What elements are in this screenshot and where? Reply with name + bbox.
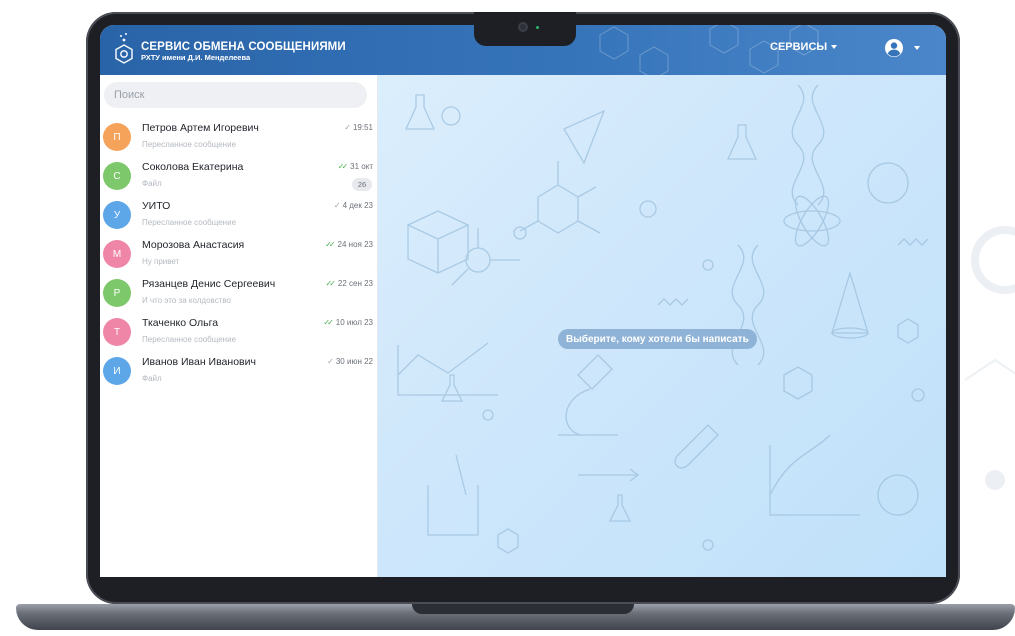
chat-name: Иванов Иван Иванович bbox=[142, 356, 256, 368]
double-check-icon: ✓✓ bbox=[337, 162, 349, 171]
avatar: С bbox=[103, 162, 131, 190]
laptop-base bbox=[16, 604, 1015, 630]
chat-timestamp: ✓✓ 22 сен 23 bbox=[325, 279, 373, 288]
chat-last-message: Файл bbox=[142, 374, 162, 383]
chat-timestamp: ✓ 19:51 bbox=[344, 123, 373, 132]
chat-name: Ткаченко Ольга bbox=[142, 317, 219, 329]
chat-list-item[interactable]: С Соколова Екатерина Файл ✓✓ 31 окт 26 bbox=[100, 157, 378, 196]
chat-date-value: 24 ноя 23 bbox=[337, 240, 373, 249]
chat-area: Выберите, кому хотели бы написать bbox=[378, 75, 946, 577]
rhtu-logo-icon bbox=[115, 33, 133, 64]
check-icon: ✓ bbox=[344, 123, 350, 132]
chat-timestamp: ✓✓ 24 ноя 23 bbox=[325, 240, 373, 249]
chat-name: Морозова Анастасия bbox=[142, 239, 245, 251]
chat-name: УИТО bbox=[142, 200, 171, 212]
brand: СЕРВИС ОБМЕНА СООБЩЕНИЯМИ РХТУ имени Д.И… bbox=[141, 41, 346, 63]
camera-notch bbox=[474, 12, 576, 46]
chat-name: Петров Артем Игоревич bbox=[142, 122, 259, 134]
chat-name: Соколова Екатерина bbox=[142, 161, 244, 173]
chat-list: П Петров Артем Игоревич Пересланное сообще… bbox=[100, 118, 378, 391]
chat-last-message: Пересланное сообщение bbox=[142, 140, 237, 149]
account-menu-button[interactable] bbox=[884, 38, 920, 58]
chat-list-item[interactable]: И Иванов Иван Иванович Файл ✓ 30 июн 22 bbox=[100, 352, 378, 391]
check-icon: ✓ bbox=[333, 201, 340, 210]
chat-list-item[interactable]: У УИТО Пересланное сообщение ✓ 4 дек 23 bbox=[100, 196, 378, 235]
user-circle-icon bbox=[885, 39, 903, 57]
chevron-down-icon bbox=[831, 45, 838, 49]
chat-timestamp: ✓ 30 июн 22 bbox=[327, 357, 373, 366]
chat-last-message: Файл bbox=[142, 179, 162, 188]
chat-sidebar: П Петров Артем Игоревич Пересланное сообще… bbox=[100, 75, 378, 577]
camera-led bbox=[536, 26, 539, 29]
avatar: М bbox=[103, 240, 131, 268]
chat-date-value: 19:51 bbox=[352, 123, 373, 132]
laptop-lid: СЕРВИС ОБМЕНА СООБЩЕНИЯМИ РХТУ имени Д.И… bbox=[86, 12, 960, 604]
chat-timestamp: ✓✓ 31 окт bbox=[338, 162, 373, 171]
brand-title: СЕРВИС ОБМЕНА СООБЩЕНИЯМИ bbox=[141, 41, 346, 53]
chat-timestamp: ✓ 4 дек 23 bbox=[334, 201, 373, 210]
chat-date-value: 31 окт bbox=[350, 162, 373, 171]
check-icon: ✓ bbox=[327, 357, 333, 366]
avatar: Т bbox=[103, 318, 131, 346]
chat-list-item[interactable]: П Петров Артем Игоревич Пересланное сообще… bbox=[100, 118, 378, 157]
empty-chat-hint: Выберите, кому хотели бы написать bbox=[558, 329, 757, 349]
services-menu-button[interactable]: СЕРВИСЫ bbox=[770, 41, 838, 53]
chat-date-value: 10 июл 23 bbox=[335, 318, 373, 327]
science-doodle-background bbox=[397, 84, 929, 554]
chat-list-item[interactable]: Р Рязанцев Денис Сергеевич И что это за ко… bbox=[100, 274, 378, 313]
camera-icon bbox=[518, 22, 528, 32]
chat-timestamp: ✓✓ 10 июл 23 bbox=[323, 318, 373, 327]
chat-date-value: 30 июн 22 bbox=[335, 357, 373, 366]
laptop-base-groove bbox=[412, 604, 634, 614]
double-check-icon: ✓✓ bbox=[323, 318, 334, 327]
chat-last-message: И что это за колдовство bbox=[142, 296, 231, 305]
avatar: Р bbox=[103, 279, 131, 307]
chat-list-item[interactable]: М Морозова Анастасия Ну привет ✓✓ 24 ноя 23 bbox=[100, 235, 378, 274]
chat-last-message: Ну привет bbox=[142, 257, 180, 266]
brand-subtitle: РХТУ имени Д.И. Менделеева bbox=[141, 53, 251, 62]
chat-last-message: Пересланное сообщение bbox=[142, 335, 237, 344]
double-check-icon: ✓✓ bbox=[325, 279, 336, 288]
chat-last-message: Пересланное сообщение bbox=[142, 218, 237, 227]
search-input[interactable] bbox=[104, 82, 367, 108]
chevron-down-icon bbox=[914, 46, 920, 50]
avatar: П bbox=[103, 123, 131, 151]
chat-list-item[interactable]: Т Ткаченко Ольга Пересланное сообщение ✓✓ 10… bbox=[100, 313, 378, 352]
background-hex-decoration bbox=[964, 226, 1015, 490]
services-label: СЕРВИСЫ bbox=[770, 41, 828, 53]
chat-date-value: 4 дек 23 bbox=[342, 201, 373, 210]
chat-name: Рязанцев Денис Сергеевич bbox=[142, 278, 276, 290]
avatar: У bbox=[103, 201, 131, 229]
chat-date-value: 22 сен 23 bbox=[337, 279, 373, 288]
double-check-icon: ✓✓ bbox=[325, 240, 336, 249]
avatar: И bbox=[103, 357, 131, 385]
unread-count-badge: 26 bbox=[352, 178, 372, 191]
app-screen: СЕРВИС ОБМЕНА СООБЩЕНИЯМИ РХТУ имени Д.И… bbox=[100, 25, 946, 577]
